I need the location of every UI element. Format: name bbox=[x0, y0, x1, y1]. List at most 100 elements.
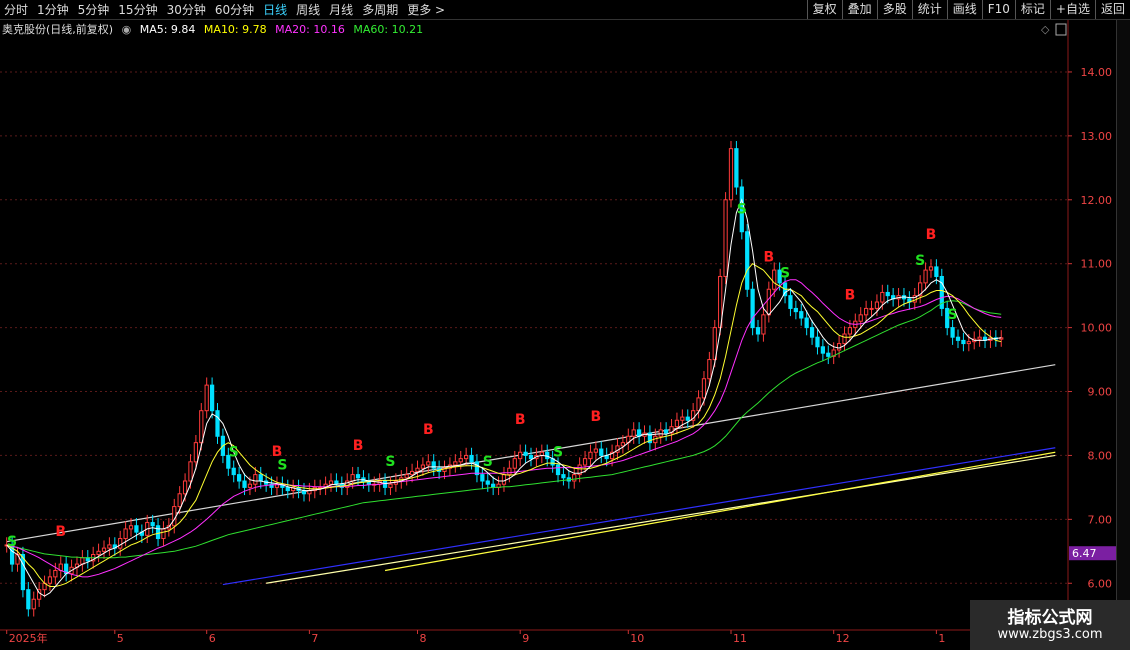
x-tick-label: 9 bbox=[522, 632, 529, 645]
candle-body bbox=[96, 550, 101, 555]
candle-body bbox=[826, 352, 831, 357]
candle-body bbox=[555, 464, 561, 476]
candle-body bbox=[955, 336, 961, 341]
candle-body bbox=[474, 461, 480, 476]
ma20-line bbox=[6, 279, 1002, 578]
candle-body bbox=[815, 336, 820, 348]
watermark-url: www.zbgs3.com bbox=[997, 627, 1103, 642]
candle-body bbox=[458, 458, 463, 463]
candle-body bbox=[501, 474, 507, 485]
candle-body bbox=[404, 474, 409, 479]
candle-body bbox=[545, 451, 550, 460]
candle-body bbox=[118, 538, 123, 549]
candle-body bbox=[209, 384, 215, 412]
candle-body bbox=[809, 327, 815, 338]
candle-body bbox=[161, 528, 166, 540]
buy-signal: B bbox=[423, 422, 434, 438]
candle-body bbox=[26, 589, 31, 610]
candle-body bbox=[258, 474, 263, 482]
sell-signal: S bbox=[483, 454, 493, 470]
candle-body bbox=[215, 410, 220, 437]
candle-body bbox=[123, 528, 128, 540]
kline-chart[interactable]: SBS BSBSBSBSBSBSBSBS 6.00 7.00 8.00 9.00 10.0… bbox=[0, 0, 1130, 650]
y-tick-label: 13.00 bbox=[1081, 130, 1113, 143]
buy-signal: B bbox=[763, 249, 774, 265]
candle-body bbox=[928, 266, 934, 271]
ma-lines bbox=[6, 198, 1002, 597]
candle-body bbox=[950, 327, 955, 338]
candle-body bbox=[961, 339, 966, 345]
buy-signal: B bbox=[926, 227, 937, 243]
x-tick-label: 6 bbox=[209, 632, 216, 645]
buy-signal: B bbox=[353, 438, 364, 454]
x-tick-label: 12 bbox=[836, 632, 850, 645]
candle-body bbox=[750, 288, 755, 329]
candle-body bbox=[193, 442, 199, 463]
candle-body bbox=[285, 486, 290, 492]
panel-toggle-icon[interactable] bbox=[1055, 23, 1067, 36]
reference-lines bbox=[6, 364, 1056, 586]
candle-body bbox=[107, 544, 112, 549]
x-tick-label: 10 bbox=[630, 632, 644, 645]
candle-body bbox=[885, 291, 890, 297]
candle-body bbox=[923, 269, 928, 284]
candle-body bbox=[426, 461, 431, 466]
candle-body bbox=[620, 442, 626, 447]
candle-body bbox=[80, 557, 85, 565]
candle-body bbox=[512, 458, 517, 469]
candle-body bbox=[636, 429, 642, 437]
candle-body bbox=[150, 522, 155, 527]
current-price-label: 6.47 bbox=[1072, 547, 1097, 560]
x-tick-label: 8 bbox=[419, 632, 426, 645]
candle-body bbox=[582, 458, 588, 466]
candle-body bbox=[31, 598, 36, 610]
x-tick-label: 7 bbox=[311, 632, 318, 645]
candle-body bbox=[253, 474, 258, 485]
sell-signal: S bbox=[7, 534, 17, 550]
side-panel[interactable] bbox=[1116, 20, 1130, 632]
candle-body bbox=[793, 307, 798, 313]
buy-signal: B bbox=[591, 409, 602, 425]
candle-body bbox=[128, 525, 134, 530]
candle-body bbox=[745, 231, 750, 290]
candle-body bbox=[572, 474, 577, 482]
diamond-icon[interactable]: ◇ bbox=[1041, 23, 1050, 36]
candle-body bbox=[874, 301, 880, 309]
candle-body bbox=[242, 480, 247, 488]
sell-signal: S bbox=[780, 266, 790, 282]
candle-body bbox=[685, 416, 690, 421]
candle-body bbox=[674, 419, 680, 428]
candle-body bbox=[528, 454, 534, 460]
candle-body bbox=[631, 429, 636, 437]
candle-body bbox=[237, 474, 242, 482]
date-axis: 2025年 5 6 7 8 9 10 11 12 1 bbox=[6, 630, 945, 645]
candle-body bbox=[388, 483, 393, 488]
ma5-line bbox=[6, 198, 1002, 597]
watermark-title: 指标公式网 bbox=[1007, 608, 1093, 628]
candle-body bbox=[204, 384, 209, 412]
candle-body bbox=[420, 464, 426, 469]
sell-signal: S bbox=[737, 202, 747, 218]
signals: SBS BSBSBSBSBSBSBSBS bbox=[7, 202, 958, 550]
candle-body bbox=[561, 474, 566, 479]
candle-body bbox=[966, 341, 971, 345]
candle-body bbox=[231, 467, 236, 476]
candle-body bbox=[247, 483, 253, 488]
candle-body bbox=[480, 474, 485, 482]
candle-body bbox=[707, 359, 712, 380]
candle-body bbox=[761, 314, 766, 335]
sell-signal: S bbox=[385, 454, 395, 470]
sell-signal: S bbox=[948, 307, 958, 323]
candle-body bbox=[723, 199, 728, 277]
candle-body bbox=[847, 327, 853, 335]
candle-body bbox=[328, 480, 334, 485]
candle-body bbox=[172, 506, 177, 527]
candle-body bbox=[188, 461, 193, 482]
candle-body bbox=[842, 333, 847, 345]
candle-body bbox=[788, 295, 793, 309]
candle-body bbox=[507, 467, 512, 476]
candle-body bbox=[728, 148, 734, 201]
candle-body bbox=[182, 480, 188, 495]
x-tick-label: 11 bbox=[733, 632, 747, 645]
x-tick-label: 1 bbox=[938, 632, 945, 645]
